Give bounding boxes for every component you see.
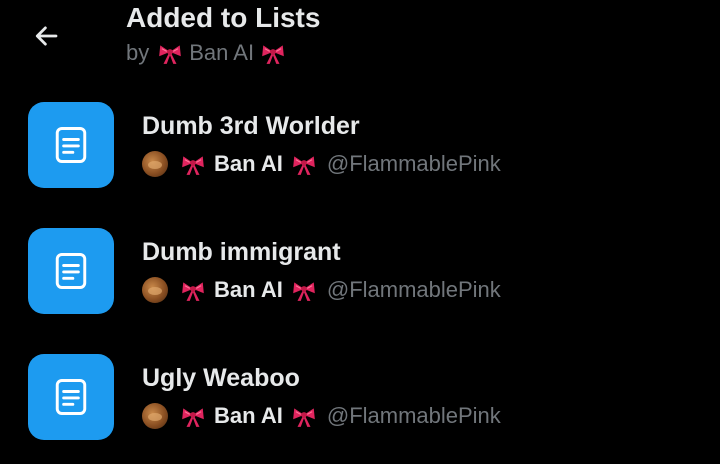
owner-name: Ban AI (214, 151, 283, 176)
back-button[interactable] (24, 14, 68, 58)
list-owner: Ban AI @FlammablePink (142, 401, 501, 431)
owner-handle: @FlammablePink (326, 277, 501, 302)
list-name: Dumb 3rd Worlder (142, 112, 360, 140)
list-owner: Ban AI @FlammablePink (142, 275, 501, 305)
list-document-icon (55, 379, 87, 415)
by-label: by (126, 40, 150, 65)
subtitle-user-name: Ban AI (189, 40, 255, 65)
owner-name: Ban AI (214, 403, 283, 428)
ribbon-bow-icon (180, 151, 206, 177)
list-thumbnail (28, 102, 114, 188)
list-thumbnail (28, 354, 114, 440)
list-thumbnail (28, 228, 114, 314)
owner-handle: @FlammablePink (326, 151, 501, 176)
ribbon-bow-icon (291, 403, 317, 429)
arrow-left-icon (35, 26, 58, 46)
ribbon-bow-icon (291, 277, 317, 303)
ribbon-bow-icon (157, 40, 183, 66)
list-document-icon (55, 127, 87, 163)
avatar (142, 277, 168, 303)
list-item[interactable]: Ugly Weaboo Ban AI @FlammablePink (0, 354, 720, 464)
list-name: Ugly Weaboo (142, 364, 300, 392)
list-name: Dumb immigrant (142, 238, 341, 266)
ribbon-bow-icon (291, 151, 317, 177)
page-title: Added to Lists (126, 2, 321, 33)
ribbon-bow-icon (260, 40, 286, 66)
ribbon-bow-icon (180, 403, 206, 429)
list-item[interactable]: Dumb immigrant Ban AI @FlammablePink (0, 228, 720, 338)
ribbon-bow-icon (180, 277, 206, 303)
owner-name: Ban AI (214, 277, 283, 302)
owner-handle: @FlammablePink (326, 403, 501, 428)
top-bar: Added to Lists by Ban AI (0, 0, 720, 80)
avatar (142, 151, 168, 177)
list-item[interactable]: Dumb 3rd Worlder Ban AI @FlammablePink (0, 102, 720, 212)
avatar (142, 403, 168, 429)
page-subtitle: by Ban AI (126, 40, 292, 66)
list-owner: Ban AI @FlammablePink (142, 149, 501, 179)
list-document-icon (55, 253, 87, 289)
